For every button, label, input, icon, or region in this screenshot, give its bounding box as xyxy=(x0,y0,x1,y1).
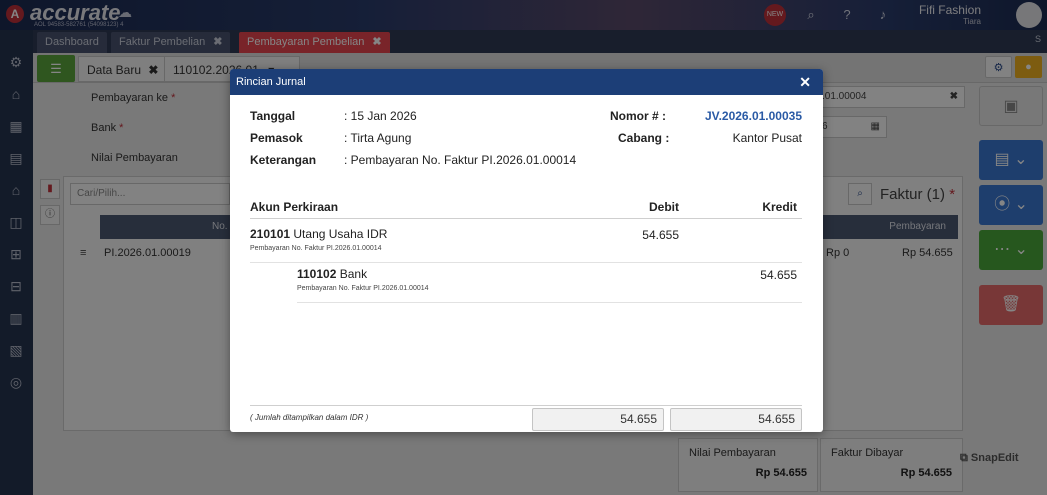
total-debit: 54.655 xyxy=(532,408,664,431)
account-name[interactable]: 110102 Bank xyxy=(297,267,429,281)
pemasok-value: : Tirta Agung xyxy=(344,131,412,145)
account-name[interactable]: 210101 Utang Usaha IDR xyxy=(250,227,387,241)
journal-detail-modal: Rincian Jurnal ✕ Tanggal : 15 Jan 2026 P… xyxy=(230,69,823,432)
kredit-value: 54.655 xyxy=(760,268,797,282)
currency-note: ( Jumlah ditampilkan dalam IDR ) xyxy=(250,413,369,422)
nomor-link[interactable]: JV.2026.01.00035 xyxy=(705,109,802,123)
col-debit: Debit xyxy=(649,200,679,214)
modal-header: Rincian Jurnal ✕ xyxy=(230,69,823,95)
cabang-value: Kantor Pusat xyxy=(732,131,802,145)
cabang-label: Cabang : xyxy=(618,131,670,145)
account-note: Pembayaran No. Faktur PI.2026.01.00014 xyxy=(297,285,429,292)
modal-title: Rincian Jurnal xyxy=(236,76,306,88)
account-note: Pembayaran No. Faktur PI.2026.01.00014 xyxy=(250,245,382,252)
journal-table-header: Akun Perkiraan Debit Kredit xyxy=(250,197,802,219)
pemasok-label: Pemasok xyxy=(250,131,303,145)
col-kredit: Kredit xyxy=(762,200,797,214)
tanggal-label: Tanggal xyxy=(250,109,296,123)
tanggal-value: : 15 Jan 2026 xyxy=(344,109,417,123)
nomor-label: Nomor # : xyxy=(610,109,667,123)
close-icon[interactable]: ✕ xyxy=(799,69,811,95)
col-akun: Akun Perkiraan xyxy=(250,200,339,214)
keterangan-label: Keterangan xyxy=(250,153,317,167)
table-row: 110102 Bank Pembayaran No. Faktur PI.202… xyxy=(297,263,802,303)
keterangan-value: : Pembayaran No. Faktur PI.2026.01.00014 xyxy=(344,153,577,167)
table-row: 210101 Utang Usaha IDR Pembayaran No. Fa… xyxy=(250,223,802,263)
total-kredit: 54.655 xyxy=(670,408,802,431)
footer-divider xyxy=(250,405,802,406)
debit-value: 54.655 xyxy=(642,228,679,242)
